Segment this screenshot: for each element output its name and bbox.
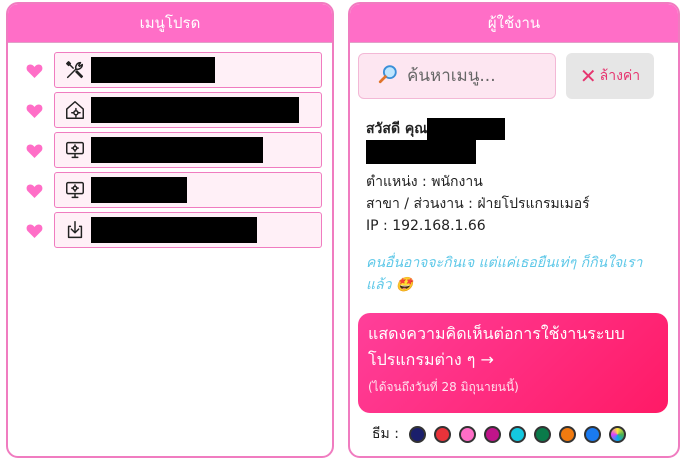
close-icon: ✕ bbox=[579, 64, 597, 88]
user-header: ผู้ใช้งาน bbox=[350, 4, 678, 43]
theme-swatch-3[interactable] bbox=[458, 425, 476, 443]
clear-button[interactable]: ✕ ล้างค่า bbox=[566, 53, 654, 99]
star-eyes-emoji-icon: 🤩 bbox=[395, 277, 414, 293]
download-icon bbox=[63, 218, 87, 242]
theme-swatch-9[interactable] bbox=[608, 425, 626, 443]
list-item bbox=[18, 52, 322, 88]
feedback-title: แสดงความคิดเห็นต่อการใช้งานระบบโปรแกรมต่… bbox=[368, 324, 625, 369]
theme-swatch-8[interactable] bbox=[583, 425, 601, 443]
user-panel: ผู้ใช้งาน ✕ ล้างค่า สวัสดี คุณ ตำแหน่ง :… bbox=[348, 2, 680, 458]
username-redacted bbox=[427, 118, 506, 140]
theme-swatch-1[interactable] bbox=[408, 425, 426, 443]
greeting-line: สวัสดี คุณ bbox=[366, 118, 668, 140]
theme-swatch-2[interactable] bbox=[433, 425, 451, 443]
monitor-settings-icon bbox=[63, 178, 87, 202]
greeting-text: สวัสดี คุณ bbox=[366, 121, 428, 137]
ip-text: IP : 192.168.1.66 bbox=[366, 218, 486, 234]
list-item bbox=[18, 172, 322, 208]
theme-swatch-4[interactable] bbox=[483, 425, 501, 443]
theme-swatch-6[interactable] bbox=[533, 425, 551, 443]
gear-house-icon bbox=[63, 98, 87, 122]
favorites-panel: เมนูโปรด bbox=[6, 2, 334, 458]
theme-label: ธีม : bbox=[372, 426, 399, 442]
menu-item-label-redacted bbox=[91, 217, 257, 243]
tools-icon bbox=[63, 58, 87, 82]
magnifier-icon bbox=[377, 63, 399, 89]
heart-icon[interactable] bbox=[20, 103, 48, 118]
menu-item-label-redacted bbox=[91, 177, 187, 203]
feedback-button[interactable]: แสดงความคิดเห็นต่อการใช้งานระบบโปรแกรมต่… bbox=[358, 313, 668, 413]
theme-swatch-5[interactable] bbox=[508, 425, 526, 443]
list-item bbox=[18, 92, 322, 128]
position-text: ตำแหน่ง : พนักงาน bbox=[366, 174, 483, 190]
menu-item-label-redacted bbox=[91, 97, 299, 123]
department-text: สาขา / ส่วนงาน : ฝ่ายโปรแกรมเมอร์ bbox=[366, 196, 590, 212]
heart-icon[interactable] bbox=[20, 183, 48, 198]
favorite-menu-item-5[interactable] bbox=[54, 212, 322, 248]
menu-item-label-redacted bbox=[91, 57, 215, 83]
heart-icon[interactable] bbox=[20, 143, 48, 158]
heart-icon[interactable] bbox=[20, 223, 48, 238]
favorites-header: เมนูโปรด bbox=[8, 4, 332, 43]
monitor-settings-icon bbox=[63, 138, 87, 162]
quote: คนอื่นอาจจะกินเจ แต่แค่เธอยืนเท่ๆ ก็กินใ… bbox=[366, 252, 662, 296]
favorite-menu-item-2[interactable] bbox=[54, 92, 322, 128]
favorite-menu-item-3[interactable] bbox=[54, 132, 322, 168]
favorites-list bbox=[18, 52, 322, 252]
favorite-menu-item-4[interactable] bbox=[54, 172, 322, 208]
user-info: สวัสดี คุณ ตำแหน่ง : พนักงาน สาขา / ส่วน… bbox=[366, 118, 668, 237]
clear-button-label: ล้างค่า bbox=[599, 68, 641, 84]
feedback-subtitle: (ได้จนถึงวันที่ 28 มิถุนายนนี้) bbox=[368, 380, 519, 394]
search-row: ✕ ล้างค่า bbox=[358, 53, 670, 101]
list-item bbox=[18, 212, 322, 248]
theme-swatch-7[interactable] bbox=[558, 425, 576, 443]
list-item bbox=[18, 132, 322, 168]
search-box[interactable] bbox=[358, 53, 559, 99]
heart-icon[interactable] bbox=[20, 63, 48, 78]
menu-item-label-redacted bbox=[91, 137, 263, 163]
search-input[interactable] bbox=[405, 65, 559, 87]
username-redacted-line bbox=[366, 140, 668, 171]
theme-swatches bbox=[408, 425, 634, 443]
favorite-menu-item-1[interactable] bbox=[54, 52, 322, 88]
theme-selector: ธีม : bbox=[372, 422, 672, 446]
